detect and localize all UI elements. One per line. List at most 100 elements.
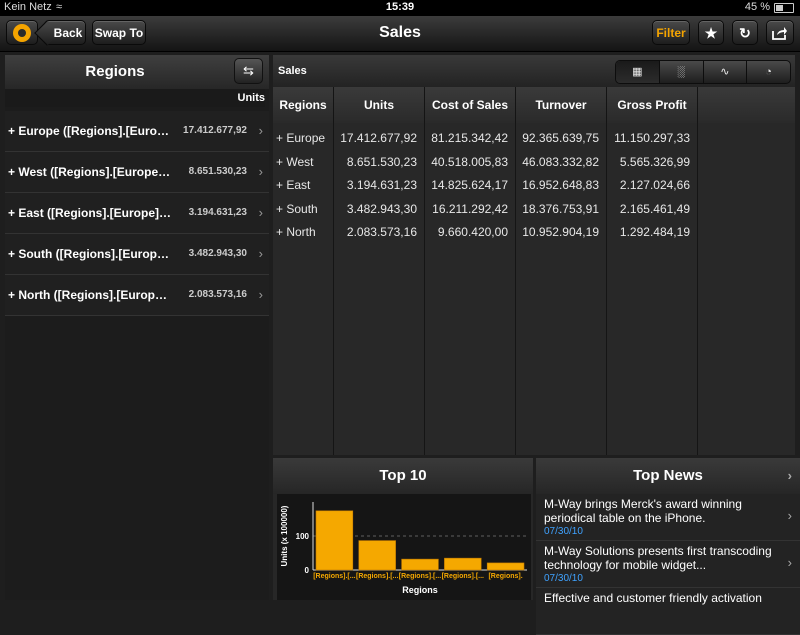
share-export-icon[interactable] [766,20,794,45]
battery-level [776,5,784,11]
status-bar: Kein Netz ≈ 15:39 45 % [0,0,800,16]
clock: 15:39 [385,1,415,13]
sales-panel-title: Sales [278,65,307,77]
region-name: + North ([Regions].[Europe].[North]) [8,288,173,302]
pie-chart-view-icon[interactable]: ◔ [746,61,790,83]
chevron-right-icon: › [258,205,263,220]
cell-cost-of-sales: 14.825.624,17 [431,178,508,192]
column-header-regions[interactable]: Regions [273,87,334,123]
x-tick-label: [Regions].[... [313,573,355,580]
line-chart-view-icon[interactable]: ∿ [702,61,747,83]
chevron-right-icon: › [258,287,263,302]
region-list: + Europe ([Regions].[Europe]) 17.412.677… [5,111,269,316]
top10-title: Top 10 [273,458,533,494]
cell-region[interactable]: + East [276,174,310,198]
cell-gross-profit: 2.165.461,49 [619,201,690,216]
region-list-item[interactable]: + Europe ([Regions].[Europe]) 17.412.677… [5,111,269,152]
cell-turnover: 18.376.753,91 [522,201,599,216]
news-header[interactable]: Top News › [536,458,800,494]
bar [444,557,482,571]
view-mode-selector: ▦ ░ ∿ ◔ [615,60,791,84]
toolbar: Back Swap To Sales Filter ★ ↻ [0,16,800,52]
news-item[interactable]: Effective and customer friendly activati… [536,588,800,635]
y-tick-label: 0 [305,566,310,575]
cell-units: 3.482.943,30 [346,201,417,216]
chevron-right-icon: › [787,508,792,523]
bar-chart-view-icon[interactable]: ░ [658,61,703,83]
news-title: Top News [633,467,703,484]
cell-region[interactable]: + North [276,221,316,245]
battery-icon [774,3,794,13]
filter-button[interactable]: Filter [652,20,690,45]
news-date: 07/30/10 [544,573,583,584]
x-tick-label: [Regions].[... [399,573,441,580]
battery-percent: 45 % [744,1,770,13]
cell-cost-of-sales: 16.211.292,42 [432,201,508,216]
cell-region[interactable]: + West [276,151,313,175]
swap-arrows-icon[interactable]: ⇆ [234,58,263,84]
column-header-gross-profit[interactable]: Gross Profit [607,87,698,123]
cell-units: 17.412.677,92 [340,131,417,145]
region-list-item[interactable]: + East ([Regions].[Europe].[East]) 3.194… [5,193,269,234]
table-row[interactable]: + North 2.083.573,16 9.660.420,00 10.952… [273,221,795,245]
region-list-item[interactable]: + South ([Regions].[Europe].[South]) 3.4… [5,234,269,275]
units-column-label: Units [5,89,265,107]
region-units: 3.194.631,23 [188,207,247,218]
region-list-item[interactable]: + North ([Regions].[Europe].[North]) 2.0… [5,275,269,316]
table-header-row: Regions Units Cost of Sales Turnover Gro… [273,87,795,123]
cell-cost-of-sales: 81.215.342,42 [431,131,508,145]
y-axis-label: Units (x 100000) [280,505,289,566]
cell-units: 8.651.530,23 [346,154,417,169]
region-units: 3.482.943,30 [188,248,247,259]
region-units: 8.651.530,23 [188,166,247,177]
table-row[interactable]: + West 8.651.530,23 40.518.005,83 46.083… [273,151,795,175]
y-tick-label: 100 [296,532,310,541]
column-header-units[interactable]: Units [334,87,425,123]
region-units: 17.412.677,92 [183,125,247,136]
news-item[interactable]: M-Way Solutions presents first transcodi… [536,541,800,588]
table-body: + Europe 17.412.677,92 81.215.342,42 92.… [273,127,795,245]
x-axis-label: Regions [402,585,438,595]
news-item[interactable]: M-Way brings Merck's award winning perio… [536,494,800,541]
cell-region[interactable]: + Europe [276,127,325,151]
table-view-icon[interactable]: ▦ [616,61,659,83]
cell-gross-profit: 1.292.484,19 [619,225,690,239]
top10-chart-area: Units (x 100000) 0 100 [Regions].[... [Regio… [277,494,531,600]
chevron-right-icon: › [787,468,792,483]
refresh-icon[interactable]: ↻ [732,20,758,45]
column-header-cost-of-sales[interactable]: Cost of Sales [425,87,516,123]
chevron-right-icon: › [787,555,792,570]
bar [315,510,354,571]
news-panel: Top News › M-Way brings Merck's award wi… [536,458,800,635]
cell-gross-profit: 11.150.297,33 [614,131,690,145]
x-tick-label: [Regions].[... [442,573,484,580]
table-row[interactable]: + East 3.194.631,23 14.825.624,17 16.952… [273,174,795,198]
chevron-right-icon: › [258,246,263,261]
cell-region[interactable]: + South [276,198,318,222]
region-list-item[interactable]: + West ([Regions].[Europe].[West]) 8.651… [5,152,269,193]
x-tick-label: [Regions]. [488,573,522,580]
cell-gross-profit: 2.127.024,66 [619,178,690,192]
table-row[interactable]: + Europe 17.412.677,92 81.215.342,42 92.… [273,127,795,151]
top10-bar-chart[interactable]: Units (x 100000)0100[Regions].[... [Regio… [277,494,531,600]
regions-header: Regions ⇆ [5,55,269,89]
region-name: + South ([Regions].[Europe].[South]) [8,247,173,261]
cell-turnover: 16.952.648,83 [522,178,599,192]
cell-turnover: 46.083.332,82 [522,154,599,169]
x-tick-label: [Regions].[... [356,573,398,580]
favorite-star-icon[interactable]: ★ [698,20,724,45]
news-date: 07/30/10 [544,526,583,537]
sales-panel: Sales ▦ ░ ∿ ◔ Regions Units Cost of Sale… [273,55,795,455]
region-name: + Europe ([Regions].[Europe]) [8,124,173,138]
cell-cost-of-sales: 9.660.420,00 [437,225,508,239]
chevron-right-icon: › [258,164,263,179]
column-header-turnover[interactable]: Turnover [516,87,607,123]
table-row[interactable]: + South 3.482.943,30 16.211.292,42 18.37… [273,198,795,222]
cell-turnover: 92.365.639,75 [522,131,599,145]
top10-panel: Top 10 Units (x 100000) 0 100 [Regions].[..… [273,458,533,600]
sales-table: Regions Units Cost of Sales Turnover Gro… [273,87,795,455]
regions-panel: Regions ⇆ Units + Europe ([Regions].[Eur… [5,55,269,600]
cell-units: 2.083.573,16 [346,225,417,239]
cell-cost-of-sales: 40.518.005,83 [431,154,508,169]
region-name: + West ([Regions].[Europe].[West]) [8,165,173,179]
